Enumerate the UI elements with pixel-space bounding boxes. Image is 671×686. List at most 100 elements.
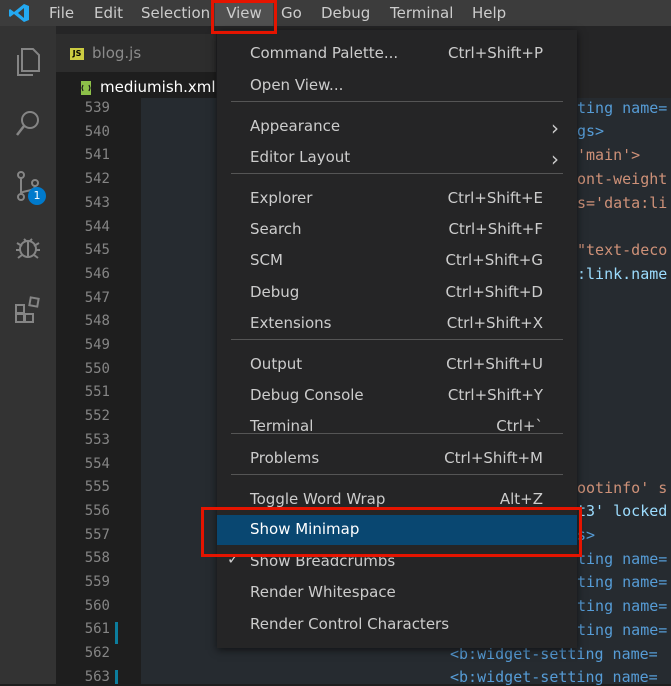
menu-selection[interactable]: Selection [141, 0, 210, 26]
code-line-558: ting name= [577, 550, 668, 568]
code-line-560: ting name= [577, 597, 668, 615]
menu-item-render-control-characters[interactable]: Render Control Characters [217, 611, 577, 639]
view-menu-highlight [211, 0, 277, 34]
code-line-540: gs> [577, 122, 605, 140]
menu-separator [231, 474, 563, 475]
line-number: 546 [84, 265, 110, 282]
code-line-545: "text-deco [577, 241, 668, 259]
line-number: 545 [84, 242, 110, 259]
menu-item-output[interactable]: Output Ctrl+Shift+U [217, 351, 577, 379]
line-number: 547 [84, 289, 110, 306]
code-line-561: ting name= [577, 621, 668, 639]
menu-item-label: Appearance [250, 117, 341, 135]
debug-icon[interactable] [0, 224, 56, 272]
menu-bar: File Edit Selection View Go Debug Termin… [0, 0, 671, 26]
line-number: 548 [84, 313, 110, 330]
code-line-546: :link.name [577, 265, 668, 283]
menu-separator [231, 173, 563, 174]
xml-file-icon [81, 80, 91, 95]
menu-separator [231, 101, 563, 102]
menu-item-terminal[interactable]: Terminal Ctrl+` [217, 413, 577, 441]
menu-item-shortcut: Ctrl+Shift+P [448, 44, 543, 62]
tab-blog-js[interactable]: JS blog.js [56, 34, 216, 72]
menu-item-shortcut: Ctrl+Shift+X [446, 314, 543, 332]
line-number: 555 [84, 479, 110, 496]
menu-item-label: Open View... [250, 76, 344, 94]
menu-item-shortcut: Ctrl+Shift+E [447, 189, 543, 207]
chevron-right-icon: › [551, 116, 559, 140]
line-number: 549 [84, 337, 110, 353]
tab-label: mediumish.xml [100, 78, 216, 96]
tab-label: blog.js [92, 44, 142, 62]
menu-item-label: Output [250, 355, 303, 373]
menu-item-label: Editor Layout [250, 148, 351, 166]
line-number: 558 [84, 550, 110, 567]
menu-item-editor-layout[interactable]: Editor Layout › [217, 144, 577, 172]
menu-item-shortcut: Alt+Z [499, 490, 543, 508]
code-line-559: ting name= [577, 573, 668, 591]
menu-item-debug[interactable]: Debug Ctrl+Shift+D [217, 279, 577, 307]
show-minimap-highlight [201, 507, 582, 557]
menu-item-render-whitespace[interactable]: Render Whitespace [217, 579, 577, 607]
menu-item-scm[interactable]: SCM Ctrl+Shift+G [217, 247, 577, 275]
code-line-556: t3' locked [577, 502, 668, 520]
menu-item-label: Command Palette... [250, 44, 399, 62]
scm-count-badge: 1 [28, 187, 46, 205]
line-number: 550 [84, 360, 110, 377]
source-control-icon[interactable] [0, 162, 56, 210]
line-number: 540 [84, 123, 110, 140]
explorer-icon[interactable] [0, 38, 56, 86]
menu-debug[interactable]: Debug [321, 0, 370, 26]
menu-item-problems[interactable]: Problems Ctrl+Shift+M [217, 445, 577, 473]
menu-item-label: Render Whitespace [250, 583, 396, 601]
line-number: 562 [84, 645, 110, 662]
menu-item-label: Extensions [250, 314, 332, 332]
menu-item-shortcut: Ctrl+Shift+U [446, 355, 543, 373]
line-number: 560 [84, 597, 110, 614]
menu-terminal[interactable]: Terminal [390, 0, 453, 26]
line-number: 561 [84, 621, 110, 638]
activity-bar: 1 [0, 26, 56, 684]
search-icon[interactable] [0, 100, 56, 148]
menu-item-search[interactable]: Search Ctrl+Shift+F [217, 216, 577, 244]
line-number: 544 [84, 218, 110, 235]
modified-line-marker [115, 670, 118, 684]
js-file-icon: JS [70, 47, 84, 60]
menu-item-shortcut: Ctrl+Shift+Y [447, 386, 543, 404]
menu-item-appearance[interactable]: Appearance › [217, 113, 577, 141]
menu-edit[interactable]: Edit [94, 0, 123, 26]
menu-separator [231, 339, 563, 340]
code-line-563: <b:widget-setting name= [450, 668, 658, 686]
menu-item-shortcut: Ctrl+` [496, 417, 543, 435]
menu-item-label: SCM [250, 251, 283, 269]
line-number: 543 [84, 194, 110, 211]
menu-item-label: Debug [250, 283, 300, 301]
line-number: 559 [84, 574, 110, 590]
extensions-icon[interactable] [0, 286, 56, 334]
code-line-555: ootinfo' s [577, 479, 668, 497]
menu-item-command-palette[interactable]: Command Palette... Ctrl+Shift+P [217, 40, 577, 68]
menu-item-explorer[interactable]: Explorer Ctrl+Shift+E [217, 185, 577, 213]
chevron-right-icon: › [551, 147, 559, 171]
menu-item-debug-console[interactable]: Debug Console Ctrl+Shift+Y [217, 382, 577, 410]
menu-item-label: Render Control Characters [250, 615, 450, 633]
menu-item-label: Debug Console [250, 386, 364, 404]
line-number: 539 [84, 100, 110, 116]
menu-go[interactable]: Go [281, 0, 302, 26]
menu-item-shortcut: Ctrl+Shift+M [444, 449, 543, 467]
menu-item-label: Explorer [250, 189, 313, 207]
menu-help[interactable]: Help [472, 0, 506, 26]
line-number: 556 [84, 502, 110, 519]
menu-item-shortcut: Ctrl+Shift+F [448, 220, 543, 238]
menu-item-label: Problems [250, 449, 320, 467]
vscode-logo-icon [9, 4, 29, 22]
menu-item-label: Terminal [250, 417, 314, 435]
menu-file[interactable]: File [49, 0, 74, 26]
line-number: 553 [84, 431, 110, 448]
line-number: 552 [84, 408, 110, 425]
line-number: 542 [84, 171, 110, 188]
code-line-542: ont-weight [577, 170, 668, 188]
menu-item-extensions[interactable]: Extensions Ctrl+Shift+X [217, 310, 577, 338]
line-number: 551 [84, 384, 110, 401]
menu-item-open-view[interactable]: Open View... [217, 72, 577, 100]
